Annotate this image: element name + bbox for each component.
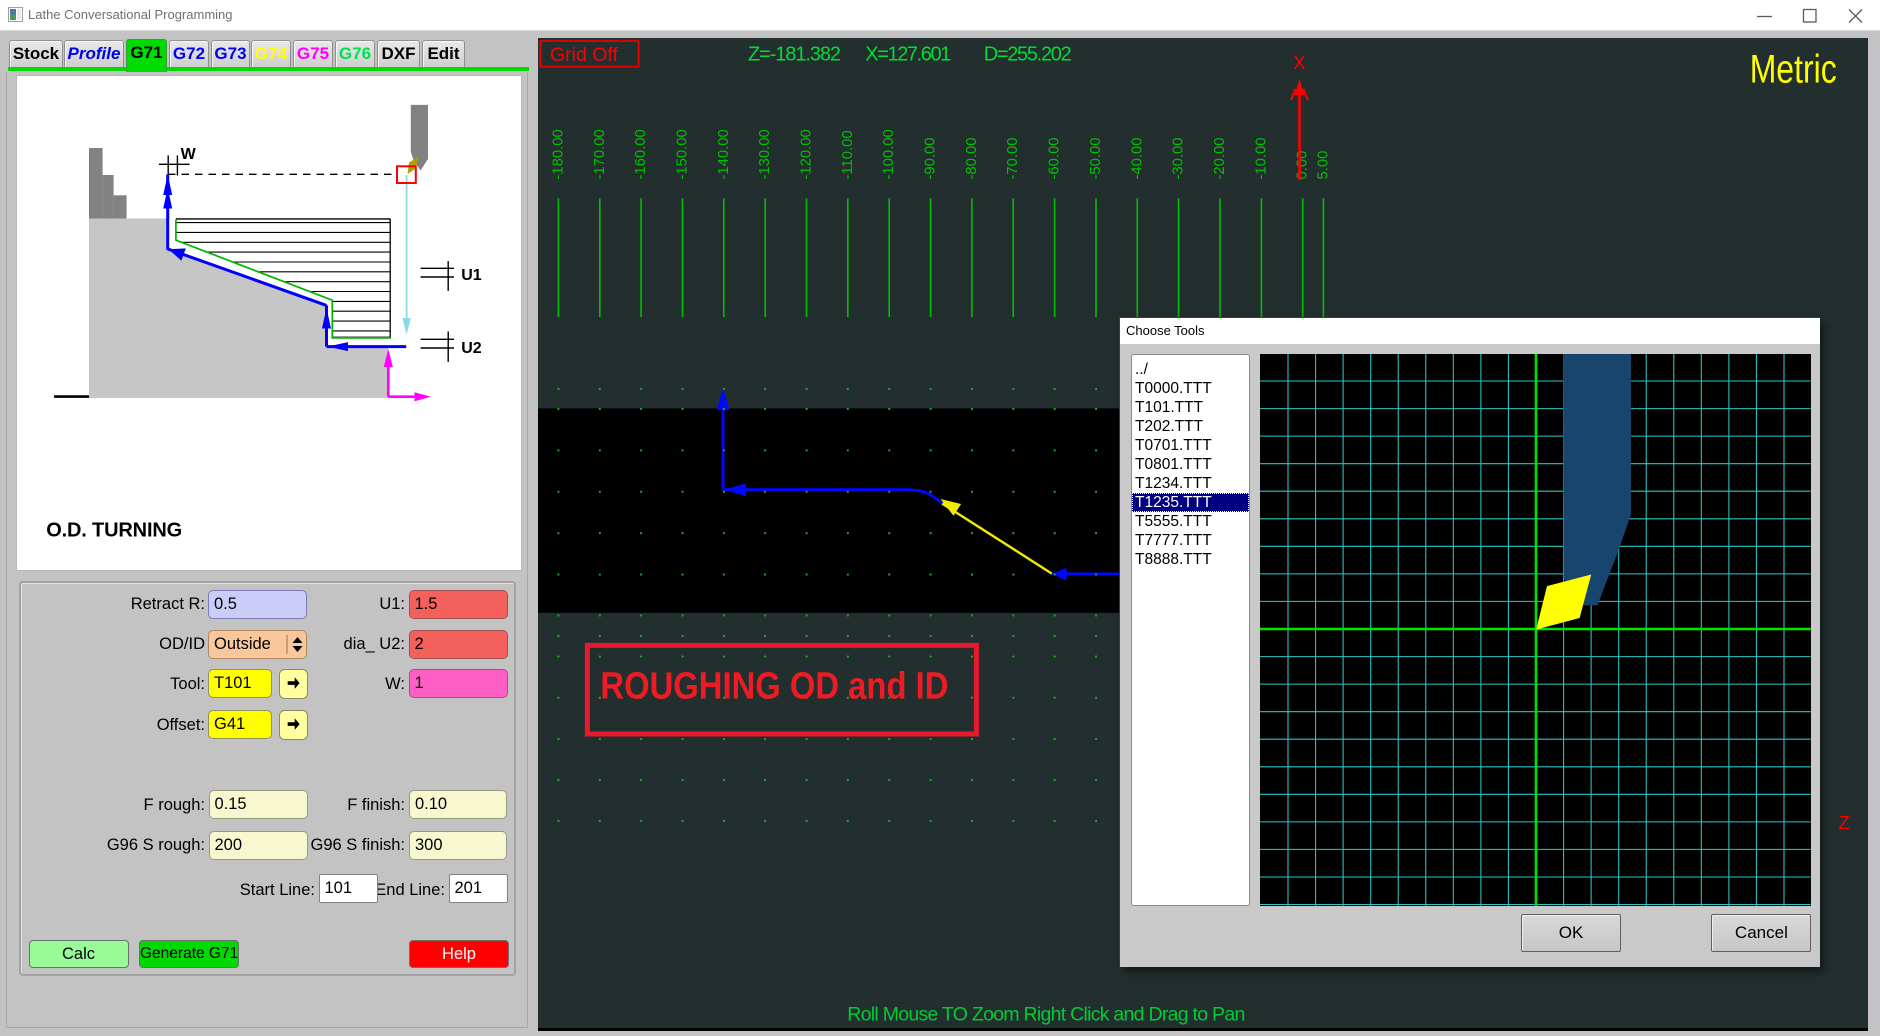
svg-text:5.00: 5.00 (1315, 151, 1331, 180)
svg-text:0.00: 0.00 (1295, 151, 1311, 180)
svg-text:W: W (181, 146, 197, 163)
svg-text:-130.00: -130.00 (757, 129, 773, 179)
svg-text:-10.00: -10.00 (1253, 138, 1269, 180)
svg-text:-150.00: -150.00 (675, 129, 691, 179)
svg-text:-140.00: -140.00 (716, 129, 732, 179)
svg-text:-110.00: -110.00 (840, 130, 856, 179)
svg-text:-20.00: -20.00 (1212, 138, 1228, 180)
svg-text:-160.00: -160.00 (633, 129, 649, 179)
svg-text:-120.00: -120.00 (799, 129, 815, 179)
svg-text:-170.00: -170.00 (592, 129, 608, 179)
svg-text:-180.00: -180.00 (550, 129, 566, 179)
svg-text:-90.00: -90.00 (923, 138, 939, 180)
svg-text:-80.00: -80.00 (964, 138, 980, 180)
svg-text:D=255.202: D=255.202 (984, 44, 1072, 66)
svg-text:Metric: Metric (1750, 48, 1837, 92)
svg-text:X: X (1293, 53, 1305, 73)
svg-text:O.D. TURNING: O.D. TURNING (46, 520, 182, 542)
svg-text:-60.00: -60.00 (1047, 138, 1063, 180)
svg-text:U2: U2 (461, 340, 482, 357)
svg-text:Grid Off: Grid Off (550, 44, 618, 66)
svg-text:-30.00: -30.00 (1171, 138, 1187, 180)
svg-text:X=127.601: X=127.601 (865, 44, 951, 66)
svg-text:-40.00: -40.00 (1129, 138, 1145, 180)
svg-text:Roll Mouse TO Zoom Right Click: Roll Mouse TO Zoom Right Click and Drag … (847, 1004, 1245, 1026)
svg-text:-50.00: -50.00 (1088, 138, 1104, 180)
svg-text:-70.00: -70.00 (1005, 138, 1021, 180)
svg-text:Z=-181.382: Z=-181.382 (748, 44, 841, 66)
svg-text:ROUGHING OD and ID: ROUGHING OD and ID (600, 666, 948, 708)
svg-text:U1: U1 (461, 267, 482, 284)
svg-text:Z: Z (1839, 813, 1850, 833)
svg-text:-100.00: -100.00 (881, 129, 897, 179)
